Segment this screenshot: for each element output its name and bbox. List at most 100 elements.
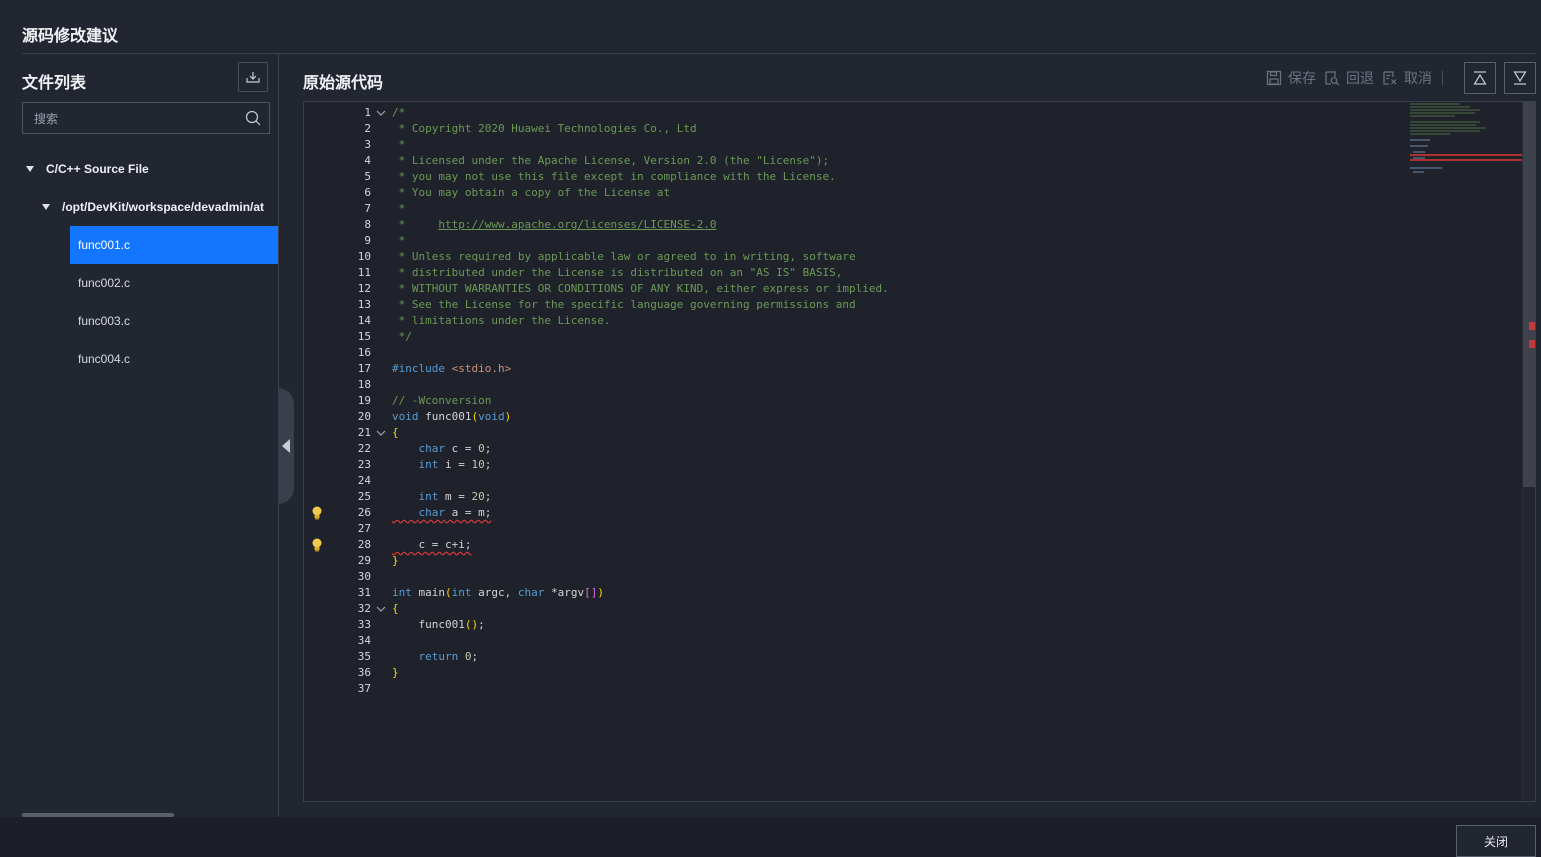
previous-issue-button[interactable]	[1464, 62, 1496, 94]
code-text: #include <stdio.h>	[392, 362, 512, 375]
cancel-button[interactable]: 取消	[1382, 68, 1432, 88]
code-line: 19 // -Wconversion	[304, 393, 1404, 409]
code-line: 27	[304, 521, 1404, 537]
code-text: */	[392, 330, 412, 343]
fold-chevron-icon[interactable]	[376, 105, 386, 121]
line-number: 5	[364, 170, 371, 183]
code-line: 15 */	[304, 329, 1404, 345]
line-number: 24	[357, 474, 371, 487]
code-line: 30	[304, 569, 1404, 585]
code-line: 18	[304, 377, 1404, 393]
code-line: 28 c = c+i;	[304, 537, 1404, 553]
line-number: 34	[357, 634, 371, 647]
download-icon	[246, 72, 260, 83]
line-number: 18	[357, 378, 371, 391]
search-box	[22, 102, 270, 135]
code-text: * See the License for the specific langu…	[392, 298, 856, 311]
tree-category[interactable]: C/C++ Source File	[26, 150, 270, 188]
search-icon[interactable]	[245, 110, 261, 126]
line-number: 20	[357, 410, 371, 423]
vertical-scrollbar[interactable]	[1522, 102, 1535, 801]
code-line: 37	[304, 681, 1404, 697]
line-number: 28	[357, 538, 371, 551]
collapse-panel-button[interactable]	[278, 388, 294, 504]
code-line: 36}	[304, 665, 1404, 681]
line-number: 35	[357, 650, 371, 663]
code-line: 21 {	[304, 425, 1404, 441]
rollback-button[interactable]: 回退	[1324, 68, 1374, 88]
line-number: 6	[364, 186, 371, 199]
lightbulb-icon[interactable]	[311, 506, 323, 520]
code-line: 9 *	[304, 233, 1404, 249]
code-line: 32 {	[304, 601, 1404, 617]
code-line: 33 func001();	[304, 617, 1404, 633]
save-button[interactable]: 保存	[1266, 68, 1316, 88]
code-text: /*	[392, 106, 406, 119]
code-text: * Licensed under the Apache License, Ver…	[392, 154, 830, 167]
tree-folder[interactable]: /opt/DevKit/workspace/devadmin/at	[42, 188, 270, 226]
rollback-label: 回退	[1346, 70, 1374, 86]
code-text: return 0;	[418, 650, 479, 663]
minimap[interactable]	[1410, 102, 1522, 202]
file-item[interactable]: func001.c	[70, 226, 278, 264]
file-list-panel: 文件列表 C/C++ Source File /opt/DevKit/works…	[0, 54, 278, 817]
code-line: 26 char a = m;	[304, 505, 1404, 521]
code-line: 22 char c = 0;	[304, 441, 1404, 457]
code-text: char c = 0;	[418, 442, 492, 455]
file-item[interactable]: func004.c	[70, 340, 278, 378]
code-line: 35 return 0;	[304, 649, 1404, 665]
code-text: int m = 20;	[418, 490, 492, 503]
code-text: {	[392, 426, 399, 439]
code-line: 25 int m = 20;	[304, 489, 1404, 505]
divider	[1442, 71, 1443, 85]
line-number: 3	[364, 138, 371, 151]
code-text: char a = m;	[418, 506, 492, 519]
fold-chevron-icon[interactable]	[376, 601, 386, 617]
line-number: 13	[357, 298, 371, 311]
file-item[interactable]: func002.c	[70, 264, 278, 302]
code-line: 1 /*	[304, 105, 1404, 121]
export-button[interactable]	[238, 62, 268, 92]
next-issue-button[interactable]	[1504, 62, 1536, 94]
code-text: *	[392, 202, 406, 215]
code-editor[interactable]: 1 /* 2 * Copyright 2020 Huawei Technologie…	[303, 101, 1536, 802]
file-item[interactable]: func003.c	[70, 302, 278, 340]
chevron-left-icon	[282, 439, 290, 453]
close-button[interactable]: 关闭	[1456, 825, 1536, 857]
cancel-icon	[1383, 71, 1397, 85]
code-text: void func001(void)	[392, 410, 512, 423]
folder-label: /opt/DevKit/workspace/devadmin/at	[62, 200, 265, 214]
line-number: 9	[364, 234, 371, 247]
code-text: }	[392, 666, 399, 679]
scrollbar-thumb[interactable]	[1523, 102, 1535, 487]
code-line: 3 *	[304, 137, 1404, 153]
code-text: *	[392, 234, 406, 247]
line-number: 8	[364, 218, 371, 231]
caret-down-icon	[42, 204, 50, 210]
rollback-icon	[1325, 71, 1340, 86]
code-text: }	[392, 554, 399, 567]
code-line: 34	[304, 633, 1404, 649]
line-number: 23	[357, 458, 371, 471]
error-marker	[1529, 322, 1535, 330]
line-number: 19	[357, 394, 371, 407]
source-title: 原始源代码	[303, 73, 384, 92]
code-text: // -Wconversion	[392, 394, 492, 407]
editor-actions: 保存 回退 取消	[1266, 66, 1443, 90]
search-input[interactable]	[23, 103, 246, 135]
cancel-label: 取消	[1404, 70, 1432, 86]
line-number: 31	[357, 586, 371, 599]
code-line: 7 *	[304, 201, 1404, 217]
fold-chevron-icon[interactable]	[376, 425, 386, 441]
save-icon	[1266, 70, 1282, 86]
dialog-title: 源码修改建议	[22, 26, 119, 45]
caret-down-icon	[26, 166, 34, 172]
code-text: func001();	[392, 618, 485, 631]
lightbulb-icon[interactable]	[311, 538, 323, 552]
arrow-up-icon	[1473, 71, 1487, 85]
code-line: 11 * distributed under the License is di…	[304, 265, 1404, 281]
code-text: int main(int argc, char *argv[])	[392, 586, 604, 599]
code-text: * you may not use this file except in co…	[392, 170, 836, 183]
code-line: 16	[304, 345, 1404, 361]
line-number: 21	[357, 426, 371, 439]
